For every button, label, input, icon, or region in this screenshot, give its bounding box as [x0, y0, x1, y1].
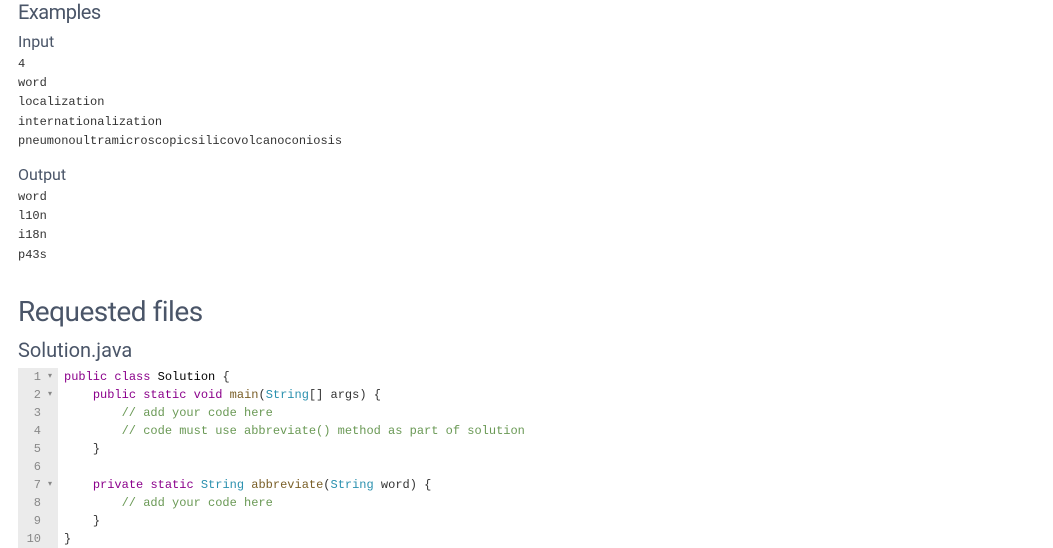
- code-line[interactable]: }: [64, 440, 525, 458]
- line-number: 5: [22, 440, 52, 458]
- line-number: 10: [22, 530, 52, 548]
- examples-heading: Examples: [18, 0, 1035, 24]
- code-line[interactable]: // add your code here: [64, 404, 525, 422]
- code-line[interactable]: // add your code here: [64, 494, 525, 512]
- code-line[interactable]: }: [64, 530, 525, 548]
- examples-section: Examples Input 4 word localization inter…: [18, 0, 1035, 265]
- code-content[interactable]: public class Solution { public static vo…: [58, 368, 525, 548]
- line-number: 8: [22, 494, 52, 512]
- line-number: 7▾: [22, 476, 52, 494]
- filename: Solution.java: [18, 338, 1035, 362]
- input-sample: 4 word localization internationalization…: [18, 55, 1035, 151]
- code-line[interactable]: // code must use abbreviate() method as …: [64, 422, 525, 440]
- code-line[interactable]: public class Solution {: [64, 368, 525, 386]
- output-label: Output: [18, 165, 1035, 184]
- code-editor[interactable]: 1▾2▾34567▾8910 public class Solution { p…: [18, 368, 1035, 548]
- fold-indicator-icon[interactable]: ▾: [44, 371, 52, 383]
- input-label: Input: [18, 32, 1035, 51]
- line-number: 3: [22, 404, 52, 422]
- code-line[interactable]: }: [64, 512, 525, 530]
- code-line[interactable]: private static String abbreviate(String …: [64, 476, 525, 494]
- fold-indicator-icon[interactable]: ▾: [44, 389, 52, 401]
- line-number: 9: [22, 512, 52, 530]
- requested-files-heading: Requested files: [18, 295, 1035, 328]
- code-line[interactable]: public static void main(String[] args) {: [64, 386, 525, 404]
- output-sample: word l10n i18n p43s: [18, 188, 1035, 265]
- line-number-gutter: 1▾2▾34567▾8910: [18, 368, 58, 548]
- line-number: 4: [22, 422, 52, 440]
- requested-files-section: Requested files Solution.java 1▾2▾34567▾…: [18, 295, 1035, 548]
- code-line[interactable]: [64, 458, 525, 476]
- line-number: 1▾: [22, 368, 52, 386]
- line-number: 2▾: [22, 386, 52, 404]
- line-number: 6: [22, 458, 52, 476]
- fold-indicator-icon[interactable]: ▾: [44, 479, 52, 491]
